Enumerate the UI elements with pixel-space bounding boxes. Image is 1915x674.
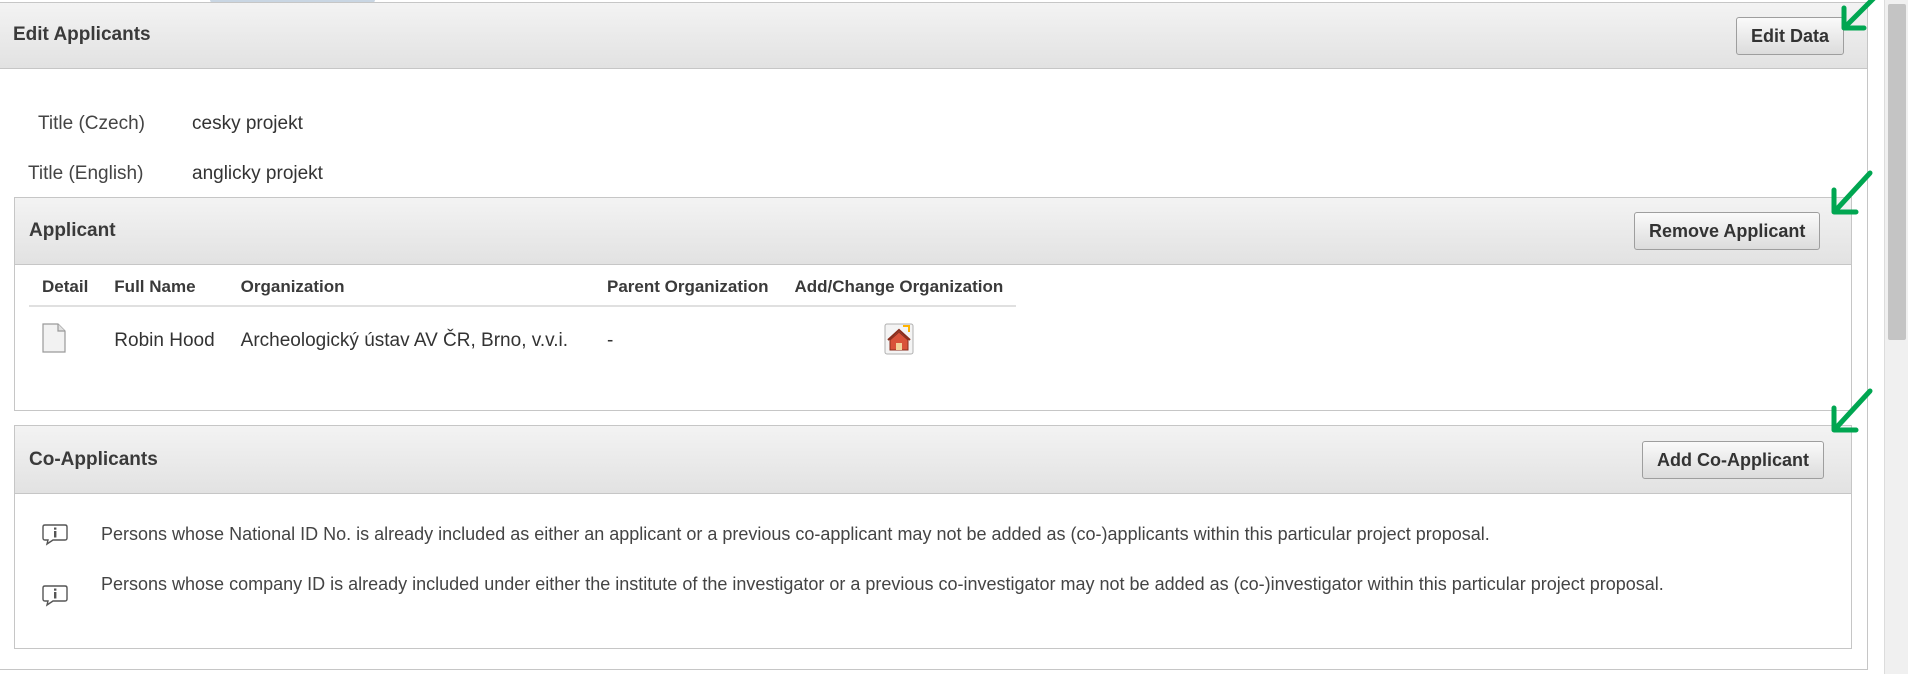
note-text-company-id: Persons whose company ID is already incl… (101, 574, 1664, 594)
info-icon (41, 522, 69, 546)
column-header-detail: Detail (29, 268, 102, 307)
co-applicants-title: Co-Applicants (29, 449, 158, 470)
note-row: Persons whose National ID No. is already… (41, 521, 1811, 547)
co-applicants-header: Co-Applicants Add Co-Applicant (15, 426, 1851, 494)
column-header-parent-organization: Parent Organization (593, 268, 782, 307)
co-applicants-panel: Co-Applicants Add Co-Applicant Persons w… (14, 425, 1852, 649)
edit-applicants-title: Edit Applicants (13, 24, 151, 45)
organization-cell: Archeologický ústav AV ČR, Brno, v.v.i. (240, 329, 568, 351)
title-english-value: anglicky projekt (192, 163, 323, 184)
parent-organization-cell: - (606, 329, 614, 351)
add-co-applicant-button[interactable]: Add Co-Applicant (1642, 441, 1824, 479)
applicant-panel: Applicant Remove Applicant Detail Full N… (14, 197, 1852, 411)
document-icon[interactable] (42, 322, 66, 353)
full-name-cell: Robin Hood (114, 329, 215, 351)
annotation-arrow-icon (1831, 388, 1873, 433)
applicant-header: Applicant Remove Applicant (15, 198, 1851, 265)
edit-data-button[interactable]: Edit Data (1736, 17, 1845, 55)
applicant-title: Applicant (29, 220, 116, 241)
note-text-national-id: Persons whose National ID No. is already… (101, 524, 1490, 544)
column-header-full-name: Full Name (101, 268, 228, 307)
table-row: Robin Hood Archeologický ústav AV ČR, Br… (29, 306, 1016, 374)
change-organization-cell (782, 306, 1017, 374)
vertical-scrollbar[interactable] (1884, 0, 1908, 674)
title-english-label: Title (English) (28, 163, 144, 184)
info-icon (41, 583, 69, 607)
column-header-organization: Organization (227, 268, 594, 307)
title-czech-label: Title (Czech) (38, 113, 145, 134)
remove-applicant-button[interactable]: Remove Applicant (1634, 212, 1821, 250)
column-header-add-change-organization: Add/Change Organization (781, 268, 1017, 307)
annotation-arrow-icon (1831, 170, 1873, 215)
title-czech-value: cesky projekt (192, 113, 303, 134)
table-header-row: Detail Full Name Organization Parent Org… (29, 268, 1017, 307)
detail-cell (29, 306, 101, 374)
annotation-arrow-icon (1841, 0, 1876, 31)
applicant-table: Detail Full Name Organization Parent Org… (29, 268, 1017, 374)
edit-applicants-panel: Edit Applicants Edit Data Title (Czech) … (0, 2, 1868, 670)
organization-icon[interactable] (883, 320, 915, 356)
edit-applicants-header: Edit Applicants Edit Data (0, 3, 1867, 69)
note-row: Persons whose company ID is already incl… (41, 571, 1811, 607)
scrollbar-thumb[interactable] (1888, 4, 1906, 340)
